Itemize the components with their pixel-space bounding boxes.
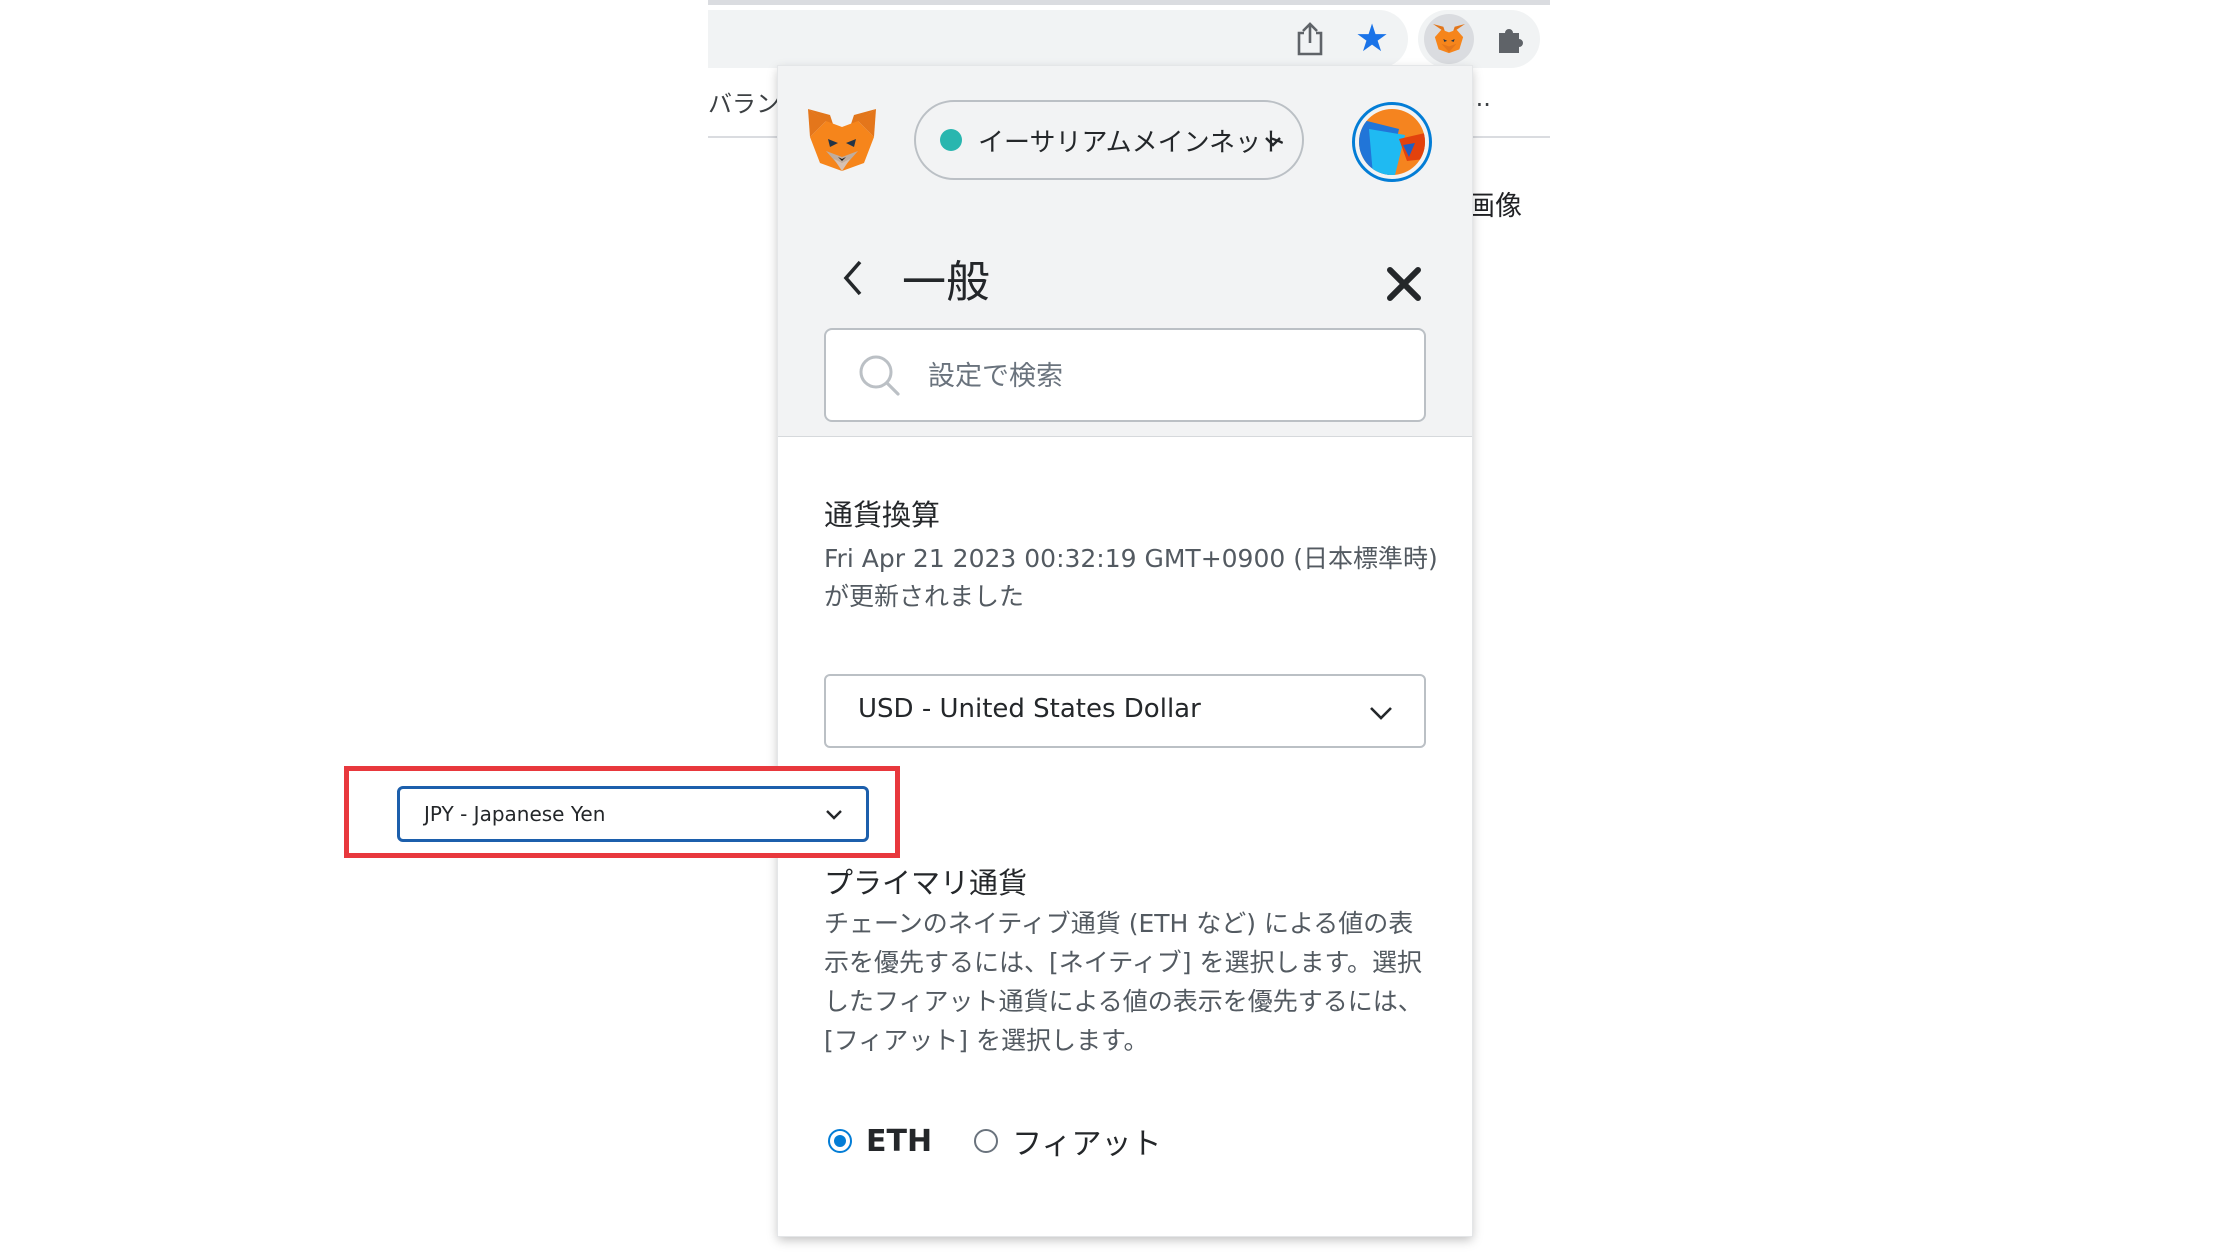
- jpy-currency-select[interactable]: JPY - Japanese Yen: [397, 786, 869, 842]
- radio-eth-label[interactable]: ETH: [866, 1124, 932, 1159]
- network-status-dot: [940, 129, 962, 151]
- share-icon[interactable]: [1290, 18, 1330, 60]
- metamask-fox-icon[interactable]: [806, 106, 878, 176]
- radio-fiat-label[interactable]: フィアット: [1012, 1119, 1161, 1163]
- page-title: 一般: [902, 257, 990, 308]
- primary-currency-description: チェーンのネイティブ通貨 (ETH など) による値の表示を優先するには、[ネイ…: [824, 909, 1423, 1055]
- metamask-extension-icon[interactable]: [1424, 14, 1474, 64]
- search-icon: [859, 355, 900, 396]
- currency-select-value: USD - United States Dollar: [858, 694, 1201, 724]
- network-selector[interactable]: イーサリアムメインネット: [914, 100, 1304, 180]
- bookmark-bar-fragment[interactable]: バラン: [708, 84, 780, 119]
- settings-search-box[interactable]: [824, 328, 1426, 422]
- chevron-down-icon: [826, 810, 842, 820]
- currency-select[interactable]: USD - United States Dollar: [824, 674, 1426, 748]
- chevron-down-icon: [1265, 137, 1281, 147]
- close-icon[interactable]: [1384, 264, 1424, 304]
- page-text-fragment: 画像: [1468, 191, 1522, 222]
- radio-fiat[interactable]: [974, 1129, 999, 1153]
- extensions-puzzle-icon[interactable]: [1490, 16, 1534, 60]
- browser-top-edge: [708, 0, 1550, 5]
- network-label: イーサリアムメインネット: [978, 127, 1288, 158]
- back-chevron-icon[interactable]: [838, 256, 868, 300]
- primary-currency-options: ETH フィアット: [828, 1116, 1161, 1166]
- jpy-select-value: JPY - Japanese Yen: [424, 802, 606, 826]
- radio-eth[interactable]: [828, 1129, 852, 1153]
- currency-conversion-title: 通貨換算: [824, 498, 941, 532]
- search-input[interactable]: [926, 348, 1410, 404]
- account-avatar[interactable]: [1352, 102, 1432, 182]
- primary-currency-title: プライマリ通貨: [824, 866, 1028, 900]
- metamask-popup: イーサリアムメインネット 一般 設定で検索 通貨換算 Fri Apr 21 20…: [778, 66, 1472, 1236]
- chevron-down-icon: [1370, 707, 1392, 720]
- popup-header-area: イーサリアムメインネット 一般: [778, 66, 1472, 437]
- bookmark-star-icon[interactable]: ★: [1350, 16, 1394, 60]
- currency-updated-text: Fri Apr 21 2023 00:32:19 GMT+0900 (日本標準時…: [824, 544, 1438, 611]
